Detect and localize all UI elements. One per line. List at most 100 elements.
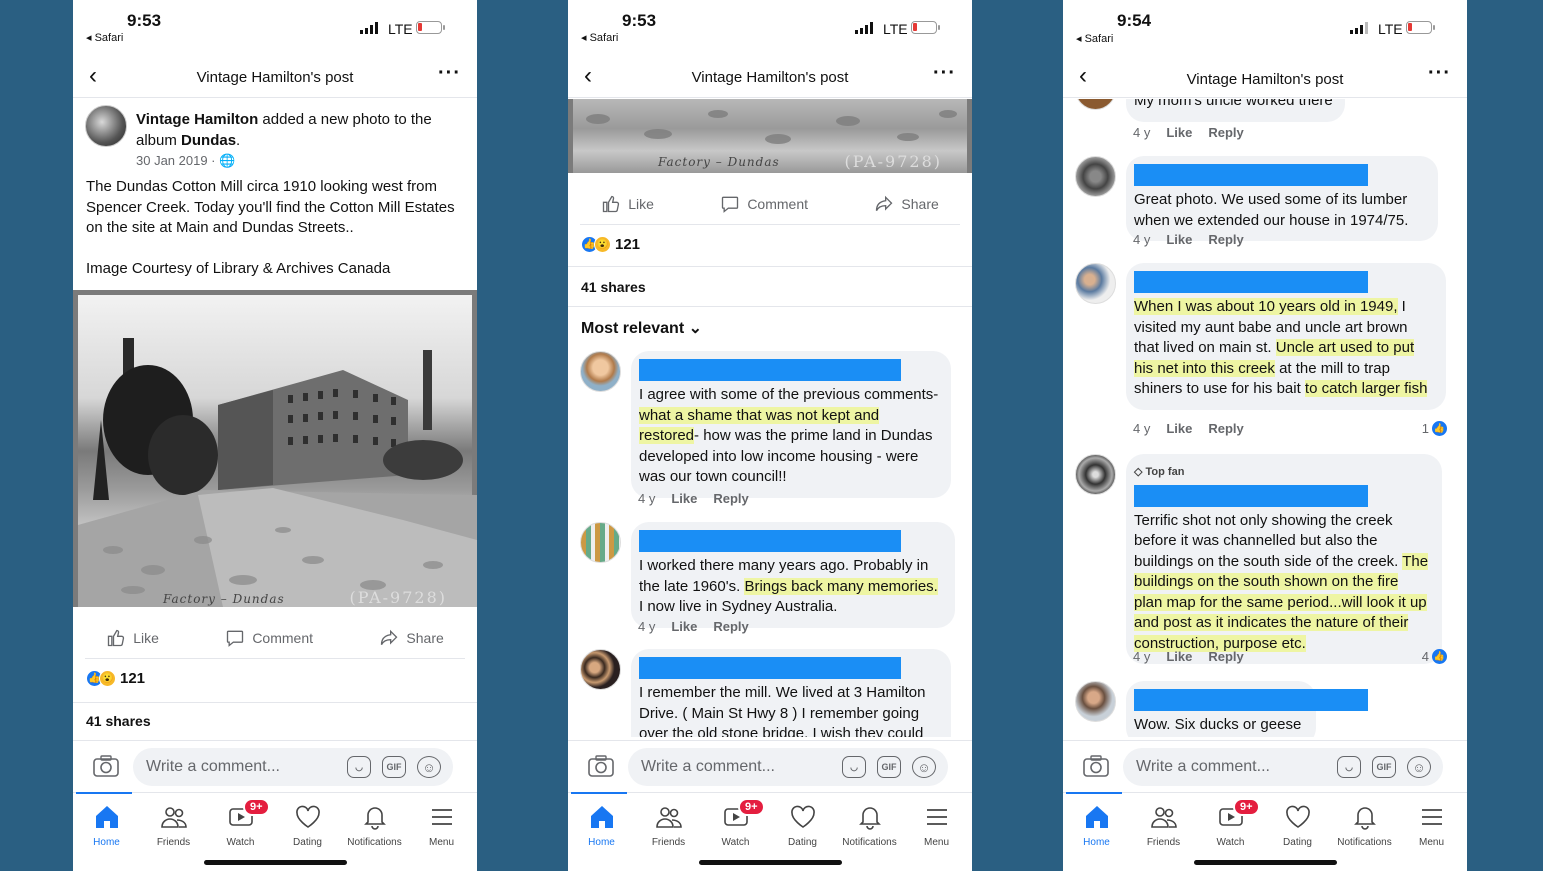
share-button[interactable]: Share — [874, 194, 939, 214]
comment-reactions[interactable]: 4 👍 — [1422, 649, 1447, 664]
reactions-summary[interactable]: 👍 😮 121 — [86, 670, 145, 687]
more-options-icon[interactable]: ··· — [1428, 62, 1451, 85]
commenter-avatar[interactable] — [1075, 263, 1116, 304]
comment-reply-button[interactable]: Reply — [713, 491, 748, 506]
photo-caption: Factory – Dundas — [163, 592, 285, 606]
shares-count[interactable]: 41 shares — [86, 713, 151, 729]
tab-menu[interactable]: Menu — [903, 803, 970, 848]
comment-like-button[interactable]: Like — [671, 619, 697, 634]
tab-notifications[interactable]: Notifications — [1331, 803, 1398, 848]
tab-watch[interactable]: 9+ Watch — [1197, 798, 1264, 848]
tab-label: Notifications — [347, 837, 402, 848]
tab-menu[interactable]: Menu — [1398, 803, 1465, 848]
more-options-icon[interactable]: ··· — [438, 62, 461, 85]
tab-notifications[interactable]: Notifications — [836, 803, 903, 848]
shares-count[interactable]: 41 shares — [581, 279, 646, 295]
tab-notifications[interactable]: Notifications — [341, 803, 408, 848]
share-label: Share — [406, 630, 444, 646]
tab-menu[interactable]: Menu — [408, 803, 475, 848]
comment-input[interactable]: Write a comment... ◡ GIF ☺ — [133, 748, 453, 786]
emoji-icon[interactable]: ☺ — [417, 756, 441, 778]
home-indicator — [1194, 860, 1337, 865]
comment-like-button[interactable]: Like — [1166, 232, 1192, 247]
comment-reactions[interactable]: 1 👍 — [1422, 421, 1447, 436]
author-name-link[interactable]: Vintage Hamilton — [136, 111, 258, 128]
sticker-icon[interactable]: ◡ — [842, 756, 866, 778]
commenter-avatar[interactable] — [580, 649, 621, 690]
emoji-icon[interactable]: ☺ — [1407, 756, 1431, 778]
network-label: LTE — [883, 21, 908, 37]
heart-icon — [1285, 805, 1310, 828]
commenter-avatar[interactable] — [580, 351, 621, 392]
tab-dating[interactable]: Dating — [769, 803, 836, 848]
gif-button[interactable]: GIF — [877, 756, 901, 778]
comment-bubble: I agree with some of the previous commen… — [631, 351, 951, 498]
back-to-safari-link[interactable]: ◂ Safari — [1076, 32, 1113, 45]
comment-like-button[interactable]: Like — [1166, 125, 1192, 140]
comment-reply-button[interactable]: Reply — [1208, 232, 1243, 247]
comment-like-button[interactable]: Like — [1166, 421, 1192, 436]
reactions-count: 121 — [615, 236, 641, 253]
more-options-icon[interactable]: ··· — [933, 62, 956, 85]
comment-composer: Write a comment... ◡ GIF ☺ — [568, 740, 972, 792]
comment-button[interactable]: Comment — [720, 194, 808, 214]
comment-reply-button[interactable]: Reply — [1208, 125, 1243, 140]
comment-input[interactable]: Write a comment... ◡ GIF ☺ — [1123, 748, 1443, 786]
tab-home[interactable]: Home — [568, 803, 635, 848]
sticker-icon[interactable]: ◡ — [347, 756, 371, 778]
page-avatar[interactable] — [85, 105, 127, 147]
comment-like-button[interactable]: Like — [671, 491, 697, 506]
commenter-avatar[interactable] — [1075, 156, 1116, 197]
divider — [568, 306, 972, 307]
camera-icon[interactable] — [93, 755, 119, 777]
comment-reply-button[interactable]: Reply — [713, 619, 748, 634]
comment-item: I agree with some of the previous commen… — [580, 351, 962, 511]
phone-screen-3: 9:54 ◂ Safari LTE ‹ Vintage Hamilton's p… — [1063, 0, 1467, 871]
comment-like-button[interactable]: Like — [1166, 649, 1192, 664]
back-to-safari-link[interactable]: ◂ Safari — [581, 31, 618, 44]
tab-dating[interactable]: Dating — [274, 803, 341, 848]
sticker-icon[interactable]: ◡ — [1337, 756, 1361, 778]
comment-item: Wow. Six ducks or geese — [1075, 681, 1457, 737]
tab-home[interactable]: Home — [1063, 803, 1130, 848]
comment-bubble: When I was about 10 years old in 1949, I… — [1126, 263, 1446, 410]
tab-dating[interactable]: Dating — [1264, 803, 1331, 848]
comment-button[interactable]: Comment — [225, 628, 313, 648]
tab-friends[interactable]: Friends — [635, 803, 702, 848]
tab-label: Home — [588, 837, 615, 848]
tab-friends[interactable]: Friends — [1130, 803, 1197, 848]
back-to-safari-link[interactable]: ◂ Safari — [86, 31, 123, 44]
commenter-avatar[interactable] — [1075, 454, 1116, 495]
camera-icon[interactable] — [588, 755, 614, 777]
album-link[interactable]: Dundas — [181, 132, 236, 149]
tab-home[interactable]: Home — [73, 803, 140, 848]
tab-label: Watch — [226, 837, 255, 848]
like-button[interactable]: Like — [106, 628, 159, 648]
signal-icon — [1350, 22, 1368, 34]
post-photo[interactable]: Factory – Dundas (PA-9728) — [568, 99, 972, 173]
comment-reply-button[interactable]: Reply — [1208, 421, 1243, 436]
emoji-icon[interactable]: ☺ — [912, 756, 936, 778]
comment-reply-button[interactable]: Reply — [1208, 649, 1243, 664]
tab-watch[interactable]: 9+ Watch — [207, 798, 274, 848]
gif-button[interactable]: GIF — [1372, 756, 1396, 778]
tab-watch[interactable]: 9+ Watch — [702, 798, 769, 848]
post-photo[interactable]: Factory – Dundas (PA-9728) — [73, 290, 477, 607]
post-date[interactable]: 30 Jan 2019 · 🌐 — [136, 153, 235, 169]
commenter-avatar[interactable] — [580, 522, 621, 563]
battery-icon — [911, 21, 940, 34]
tab-label: Home — [1083, 837, 1110, 848]
comment-input[interactable]: Write a comment... ◡ GIF ☺ — [628, 748, 948, 786]
like-button[interactable]: Like — [601, 194, 654, 214]
share-button[interactable]: Share — [379, 628, 444, 648]
commenter-avatar[interactable] — [1075, 99, 1116, 110]
divider — [73, 702, 477, 703]
badge-label: Top fan — [1145, 466, 1185, 478]
comment-sort-dropdown[interactable]: Most relevant ⌄ — [581, 318, 702, 338]
reactions-summary[interactable]: 👍 😮 121 — [581, 236, 640, 253]
camera-icon[interactable] — [1083, 755, 1109, 777]
gif-button[interactable]: GIF — [382, 756, 406, 778]
commenter-avatar[interactable] — [1075, 681, 1116, 722]
tab-friends[interactable]: Friends — [140, 803, 207, 848]
comment-age: 4 y — [1133, 649, 1151, 664]
